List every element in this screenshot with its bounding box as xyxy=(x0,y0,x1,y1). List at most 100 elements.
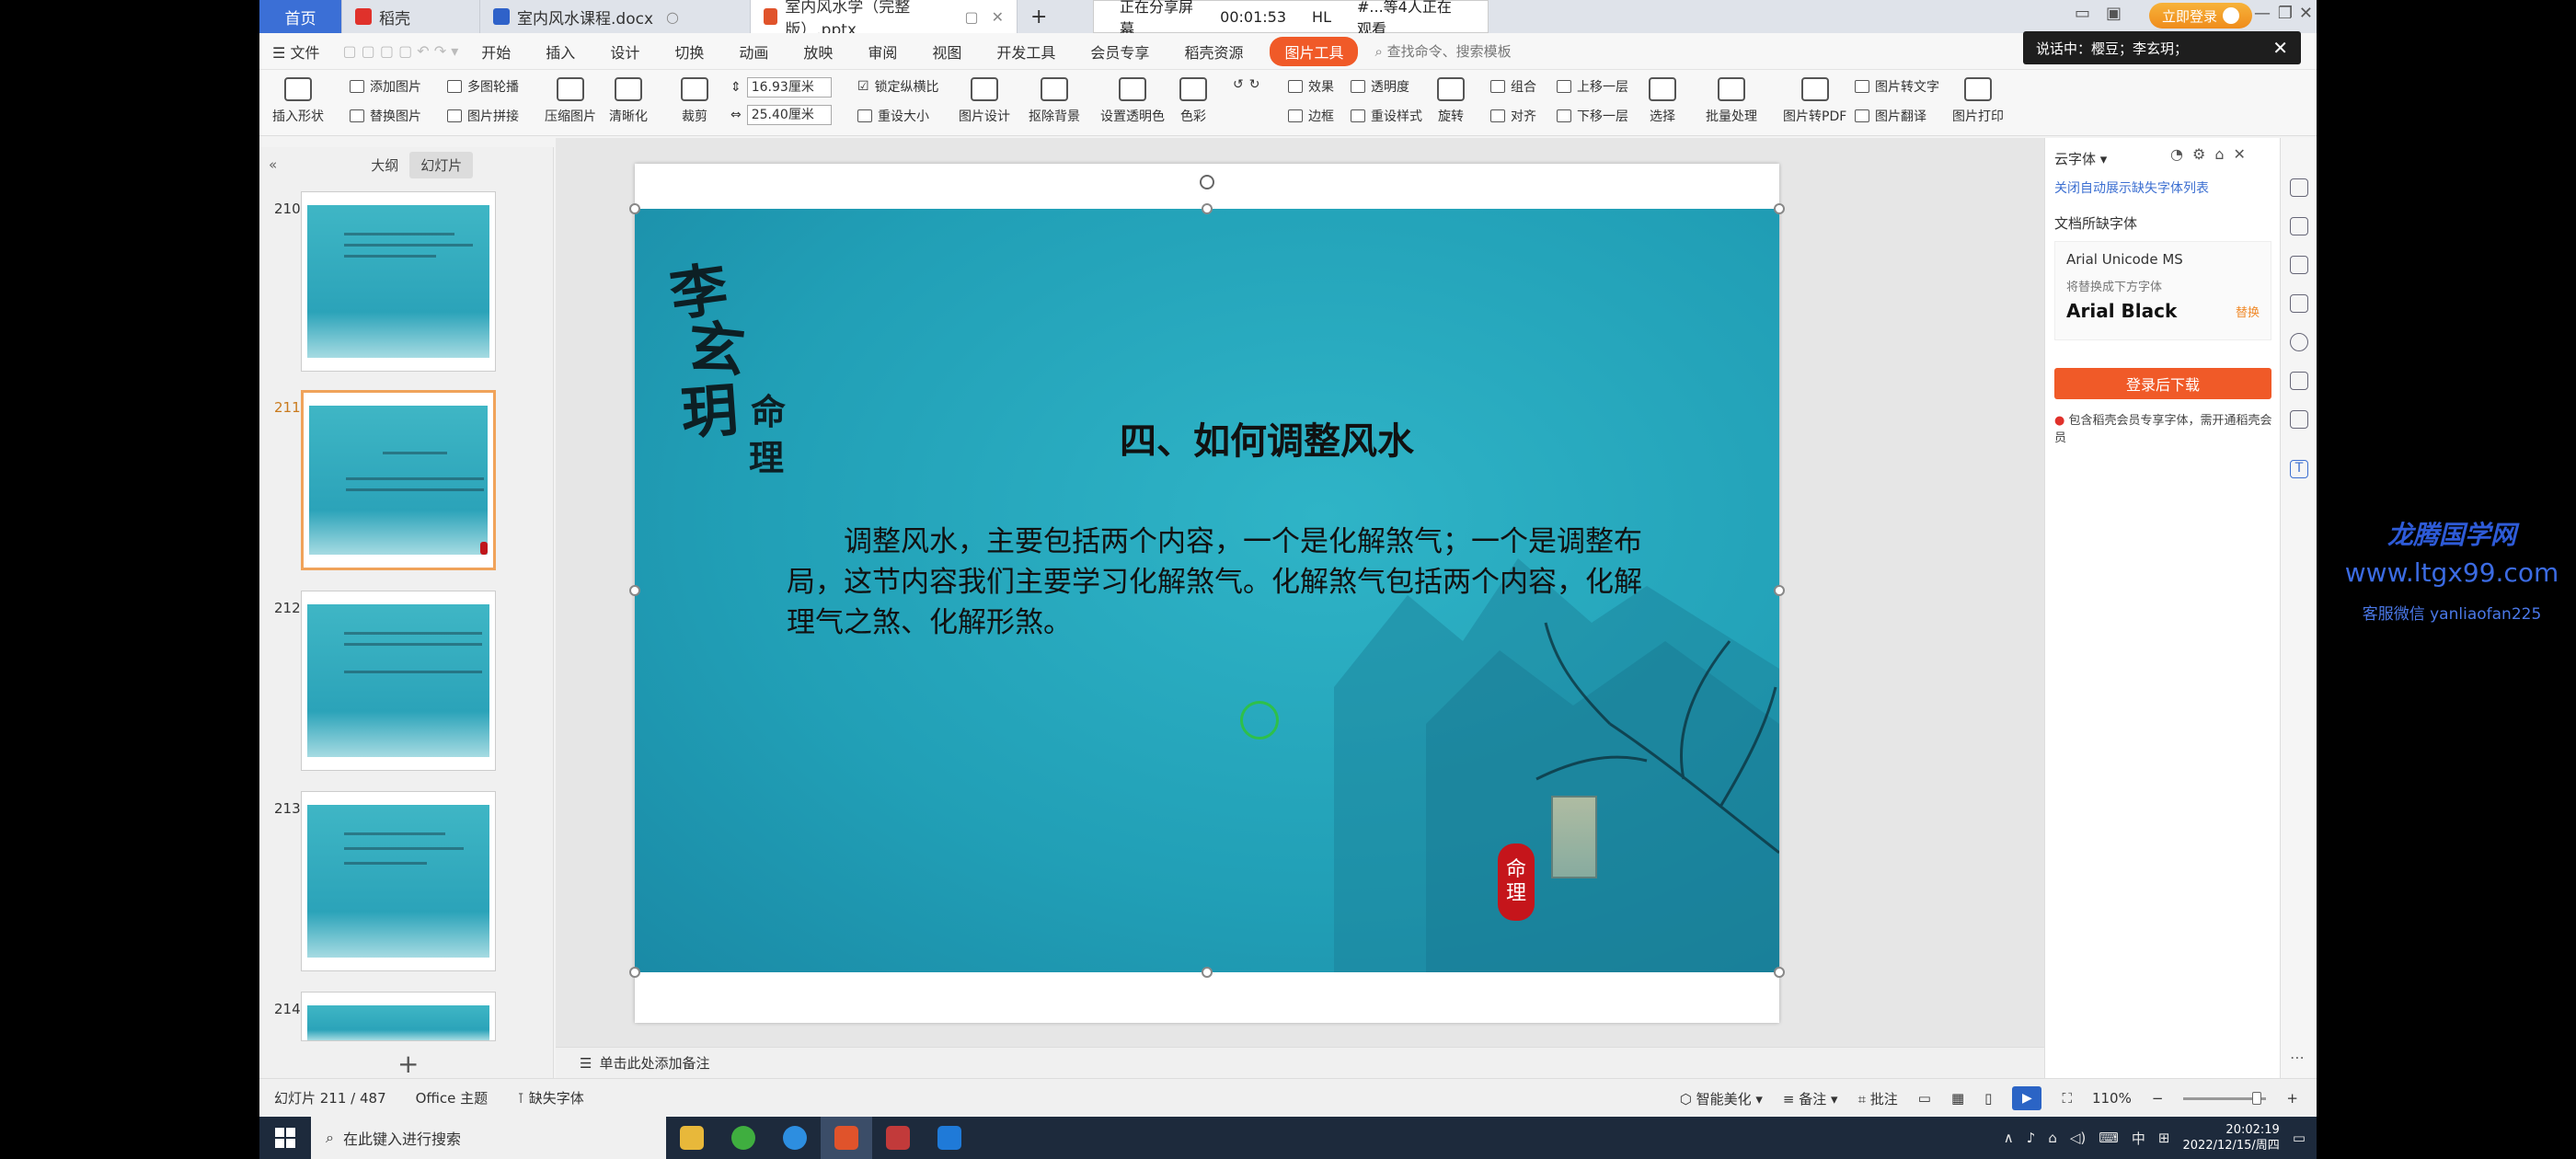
color-button[interactable]: 色彩 xyxy=(1179,77,1207,125)
slide-thumbnail[interactable] xyxy=(301,791,496,971)
wps-app[interactable] xyxy=(821,1117,872,1159)
add-slide-button[interactable]: + xyxy=(397,1049,419,1079)
chat-icon[interactable]: ◔ xyxy=(2170,145,2183,163)
keyboard-icon[interactable]: ⌨ xyxy=(2099,1130,2119,1146)
lock-ratio-checkbox[interactable]: ☑ 锁定纵横比 xyxy=(857,77,939,96)
disable-auto-show-link[interactable]: 关闭自动展示缺失字体列表 xyxy=(2054,178,2209,197)
to-text-button[interactable]: 图片转文字 xyxy=(1855,77,1939,96)
menu-slideshow[interactable]: 放映 xyxy=(786,40,850,63)
tab-window-icon[interactable]: ▢ xyxy=(964,8,978,26)
effects-button[interactable]: 效果 xyxy=(1288,77,1334,96)
align-button[interactable]: 对齐 xyxy=(1490,107,1536,125)
tab-home[interactable]: 首页 xyxy=(259,0,342,33)
set-transparent-button[interactable]: 设置透明色 xyxy=(1100,77,1165,125)
resize-handle[interactable] xyxy=(629,203,640,214)
help-icon[interactable] xyxy=(2290,333,2308,351)
resize-handle[interactable] xyxy=(1774,585,1785,596)
tab-word-doc[interactable]: 室内风水课程.docx ○ xyxy=(480,0,751,33)
smart-beautify-button[interactable]: ⬡ 智能美化 ▾ xyxy=(1680,1089,1763,1108)
gear-icon[interactable]: ⚙ xyxy=(2192,145,2205,163)
close-icon[interactable]: ✕ xyxy=(2272,37,2288,59)
menu-vip[interactable]: 会员专享 xyxy=(1073,40,1167,63)
ime-indicator[interactable]: 中 xyxy=(2132,1129,2145,1148)
slide-thumbnail[interactable] xyxy=(301,191,496,372)
picture-design-button[interactable]: 图片设计 xyxy=(959,77,1010,125)
batch-button[interactable]: 批量处理 xyxy=(1706,77,1757,125)
select-button[interactable]: 选择 xyxy=(1649,77,1676,125)
menu-home[interactable]: 开始 xyxy=(464,40,528,63)
theme-name[interactable]: Office 主题 xyxy=(401,1088,503,1107)
tab-slides[interactable]: 幻灯片 xyxy=(409,151,474,178)
insert-shape-button[interactable]: 插入形状 xyxy=(272,77,324,125)
volume-icon[interactable]: ◁) xyxy=(2070,1130,2086,1146)
rail-icon[interactable] xyxy=(2290,372,2308,390)
crop-button[interactable]: 裁剪 xyxy=(681,77,708,125)
network-icon[interactable]: ⌂ xyxy=(2048,1130,2057,1146)
meeting-app[interactable] xyxy=(924,1117,975,1159)
transparency-button[interactable]: 透明度 xyxy=(1351,77,1409,96)
tab-close-icon[interactable]: ○ xyxy=(666,8,679,26)
notes-toggle[interactable]: ≡ 备注 ▾ xyxy=(1783,1089,1838,1108)
menu-devtools[interactable]: 开发工具 xyxy=(979,40,1073,63)
picture-concat-button[interactable]: 图片拼接 xyxy=(447,107,519,125)
clock[interactable]: 20:02:19 2022/12/15/周四 xyxy=(2183,1122,2280,1153)
to-pdf-button[interactable]: 图片转PDF xyxy=(1783,77,1846,125)
translate-button[interactable]: 图片翻译 xyxy=(1855,107,1926,125)
replace-picture-button[interactable]: 替换图片 xyxy=(350,107,421,125)
slide-body-text[interactable]: 调整风水，主要包括两个内容，一个是化解煞气；一个是调整布局，这节内容我们主要学习… xyxy=(787,522,1670,643)
tab-close-icon[interactable]: ✕ xyxy=(992,8,1004,26)
browser-app[interactable] xyxy=(718,1117,769,1159)
reading-view-icon[interactable]: ▯ xyxy=(1984,1090,1992,1107)
start-button[interactable] xyxy=(259,1117,311,1159)
width-input[interactable]: 25.40厘米 xyxy=(746,105,832,125)
height-field[interactable]: ⇕ 16.93厘米 xyxy=(730,77,832,98)
collapse-panel-icon[interactable]: « xyxy=(259,156,286,173)
rotate-handle-icon[interactable] xyxy=(1200,175,1214,189)
location-icon[interactable] xyxy=(2290,410,2308,429)
menu-picture-tools[interactable]: 图片工具 xyxy=(1270,36,1359,66)
normal-view-icon[interactable]: ▭ xyxy=(1918,1090,1931,1107)
taskbar-search[interactable]: ⌕ 在此键入进行搜索 xyxy=(311,1117,666,1159)
login-download-button[interactable]: 登录后下载 xyxy=(2054,368,2271,399)
group-button[interactable]: 组合 xyxy=(1490,77,1536,96)
menu-animation[interactable]: 动画 xyxy=(721,40,786,63)
replace-link[interactable]: 替换 xyxy=(2236,303,2260,320)
slide-picture[interactable]: 李 玄 玥 命 理 四、如何调整风水 调整风水，主要包括两个内容，一个是化解煞气… xyxy=(635,209,1779,972)
add-picture-button[interactable]: 添加图片 xyxy=(350,77,421,96)
new-tab-button[interactable]: + xyxy=(1018,0,1060,33)
resize-handle[interactable] xyxy=(629,967,640,978)
reset-size-button[interactable]: 重设大小 xyxy=(857,107,929,125)
reset-style-button[interactable]: 重设样式 xyxy=(1351,107,1422,125)
slide-thumbnail-selected[interactable] xyxy=(301,390,496,570)
menu-view[interactable]: 视图 xyxy=(914,40,979,63)
zoom-out-button[interactable]: − xyxy=(2152,1090,2164,1107)
restore-icon[interactable]: ❐ xyxy=(2278,4,2293,23)
height-input[interactable]: 16.93厘米 xyxy=(746,77,832,98)
recorder-app[interactable] xyxy=(872,1117,924,1159)
more-icon[interactable]: ⋯ xyxy=(2290,1049,2305,1066)
print-button[interactable]: 图片打印 xyxy=(1952,77,2004,125)
notes-bar[interactable]: ☰ 单击此处添加备注 xyxy=(556,1047,2044,1078)
ime-mode-icon[interactable]: ⊞ xyxy=(2158,1130,2170,1146)
login-button[interactable]: 立即登录 xyxy=(2148,3,2252,29)
tab-ppt-doc[interactable]: 室内风水学（完整版）.pptx ▢ ✕ xyxy=(751,0,1018,40)
menu-docer[interactable]: 稻壳资源 xyxy=(1167,40,1260,63)
rotate-icons[interactable]: ↺ ↻ xyxy=(1233,77,1259,92)
command-search[interactable]: ⌕ 查找命令、搜索模板 xyxy=(1374,41,1511,61)
menu-review[interactable]: 审阅 xyxy=(850,40,914,63)
zoom-slider-thumb[interactable] xyxy=(2252,1091,2262,1105)
quick-access-toolbar[interactable]: ▢ ▢ ▢ ▢ ↶ ↷ ▾ xyxy=(337,42,464,60)
menu-insert[interactable]: 插入 xyxy=(528,40,592,63)
resize-handle[interactable] xyxy=(1202,203,1213,214)
rotate-button[interactable]: 旋转 xyxy=(1437,77,1465,125)
resize-handle[interactable] xyxy=(629,585,640,596)
width-field[interactable]: ⇔ 25.40厘米 xyxy=(730,105,832,125)
skin-icon[interactable]: ▣ xyxy=(2106,4,2122,23)
send-backward-button[interactable]: 下移一层 xyxy=(1557,107,1628,125)
file-menu[interactable]: ☰ 文件 xyxy=(259,40,337,63)
sharpen-button[interactable]: 清晰化 xyxy=(609,77,648,125)
comments-toggle[interactable]: ⌗ 批注 xyxy=(1858,1089,1898,1108)
menu-transition[interactable]: 切换 xyxy=(657,40,721,63)
bring-forward-button[interactable]: 上移一层 xyxy=(1557,77,1628,96)
remove-bg-button[interactable]: 抠除背景 xyxy=(1029,77,1080,125)
